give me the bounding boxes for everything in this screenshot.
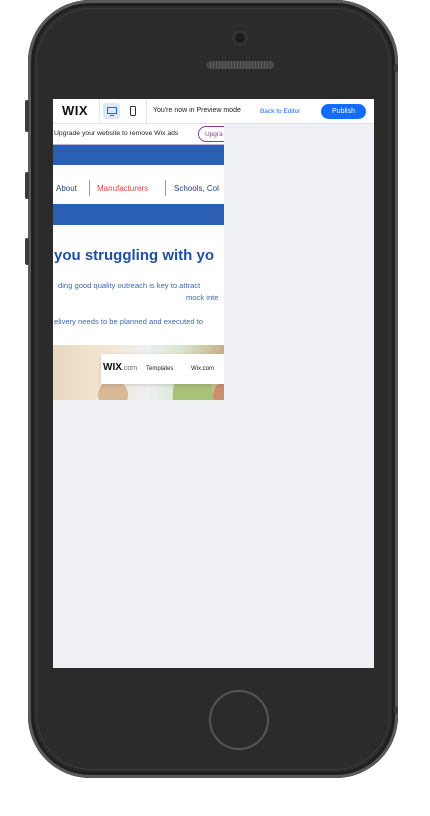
nav-divider	[165, 180, 166, 196]
toolbar-divider	[146, 99, 147, 123]
desktop-view-button[interactable]	[103, 103, 120, 119]
preview-toolbar: WIX You're now in Preview mode Back to E…	[53, 99, 374, 124]
section-band	[53, 204, 224, 225]
wix-ad-logo: WIX.com	[103, 362, 138, 373]
toolbar-divider	[99, 99, 100, 123]
volume-down-button	[25, 238, 29, 265]
photo-detail	[213, 383, 224, 400]
mute-switch	[25, 100, 29, 132]
side-marker	[394, 706, 398, 714]
wix-logo: WIX	[62, 103, 89, 118]
desktop-icon	[106, 106, 117, 116]
camera-icon	[232, 30, 248, 46]
nav-divider	[89, 180, 90, 196]
mobile-icon	[129, 106, 136, 116]
body-text-line: ding good quality outreach is key to att…	[58, 281, 201, 290]
publish-button[interactable]: Publish	[321, 104, 366, 119]
preview-notice: You're now in Preview mode	[153, 107, 241, 114]
site-preview: Upgrade your website to remove Wix ads U…	[53, 124, 224, 400]
body-text-line: mock inte	[186, 293, 219, 302]
wix-ad-bar[interactable]: WIX.com Templates Wix.com	[101, 354, 224, 384]
nav-item-about[interactable]: About	[56, 184, 77, 193]
volume-up-button	[25, 172, 29, 199]
banner-text: Upgrade your website to remove Wix ads	[54, 130, 179, 137]
phone-screen: WIX You're now in Preview mode Back to E…	[53, 99, 374, 668]
power-button	[394, 64, 398, 72]
home-button[interactable]	[209, 690, 269, 750]
wix-ad-home-link[interactable]: Wix.com	[191, 366, 214, 372]
back-to-editor-link[interactable]: Back to Editor	[260, 108, 300, 115]
mobile-view-button[interactable]	[124, 103, 141, 119]
nav-item-manufacturers[interactable]: Manufacturers	[97, 184, 148, 193]
speaker-grille	[207, 61, 274, 69]
upgrade-button[interactable]: Upgra	[198, 126, 224, 142]
nav-item-schools[interactable]: Schools, Col	[174, 184, 219, 193]
header-band	[53, 145, 224, 165]
body-text-line: elivery needs to be planned and executed…	[54, 317, 204, 326]
site-nav: About Manufacturers Schools, Col	[53, 180, 224, 198]
wix-ad-templates-link[interactable]: Templates	[146, 366, 173, 372]
hero-photo: WIX.com Templates Wix.com	[53, 345, 224, 400]
wix-ads-banner: Upgrade your website to remove Wix ads U…	[53, 124, 224, 145]
page-headline: you struggling with yo	[54, 247, 214, 264]
